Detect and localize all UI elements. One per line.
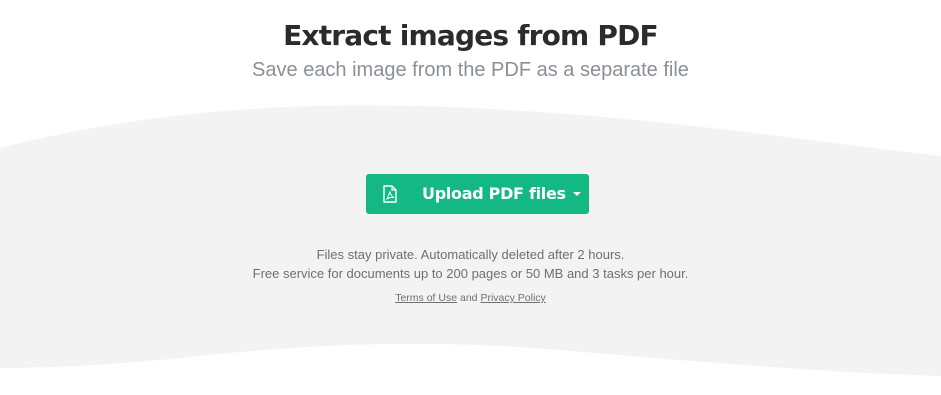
caret-down-icon[interactable] — [566, 174, 589, 214]
terms-of-use-link[interactable]: Terms of Use — [395, 292, 457, 304]
page: Extract images from PDF Save each image … — [0, 0, 941, 395]
privacy-policy-link[interactable]: Privacy Policy — [480, 292, 545, 304]
page-subtitle: Save each image from the PDF as a separa… — [252, 59, 689, 81]
limits-note: Free service for documents up to 200 pag… — [252, 266, 689, 281]
legal-links: Terms of Use and Privacy Policy — [0, 291, 941, 305]
pdf-file-icon — [382, 184, 398, 204]
page-title: Extract images from PDF — [283, 19, 659, 52]
upload-pdf-button[interactable]: Upload PDF files — [366, 174, 589, 214]
upload-main-area[interactable]: Upload PDF files — [366, 174, 566, 214]
privacy-note: Files stay private. Automatically delete… — [316, 247, 625, 262]
upload-button-label: Upload PDF files — [422, 184, 566, 203]
legal-connector: and — [459, 292, 478, 304]
